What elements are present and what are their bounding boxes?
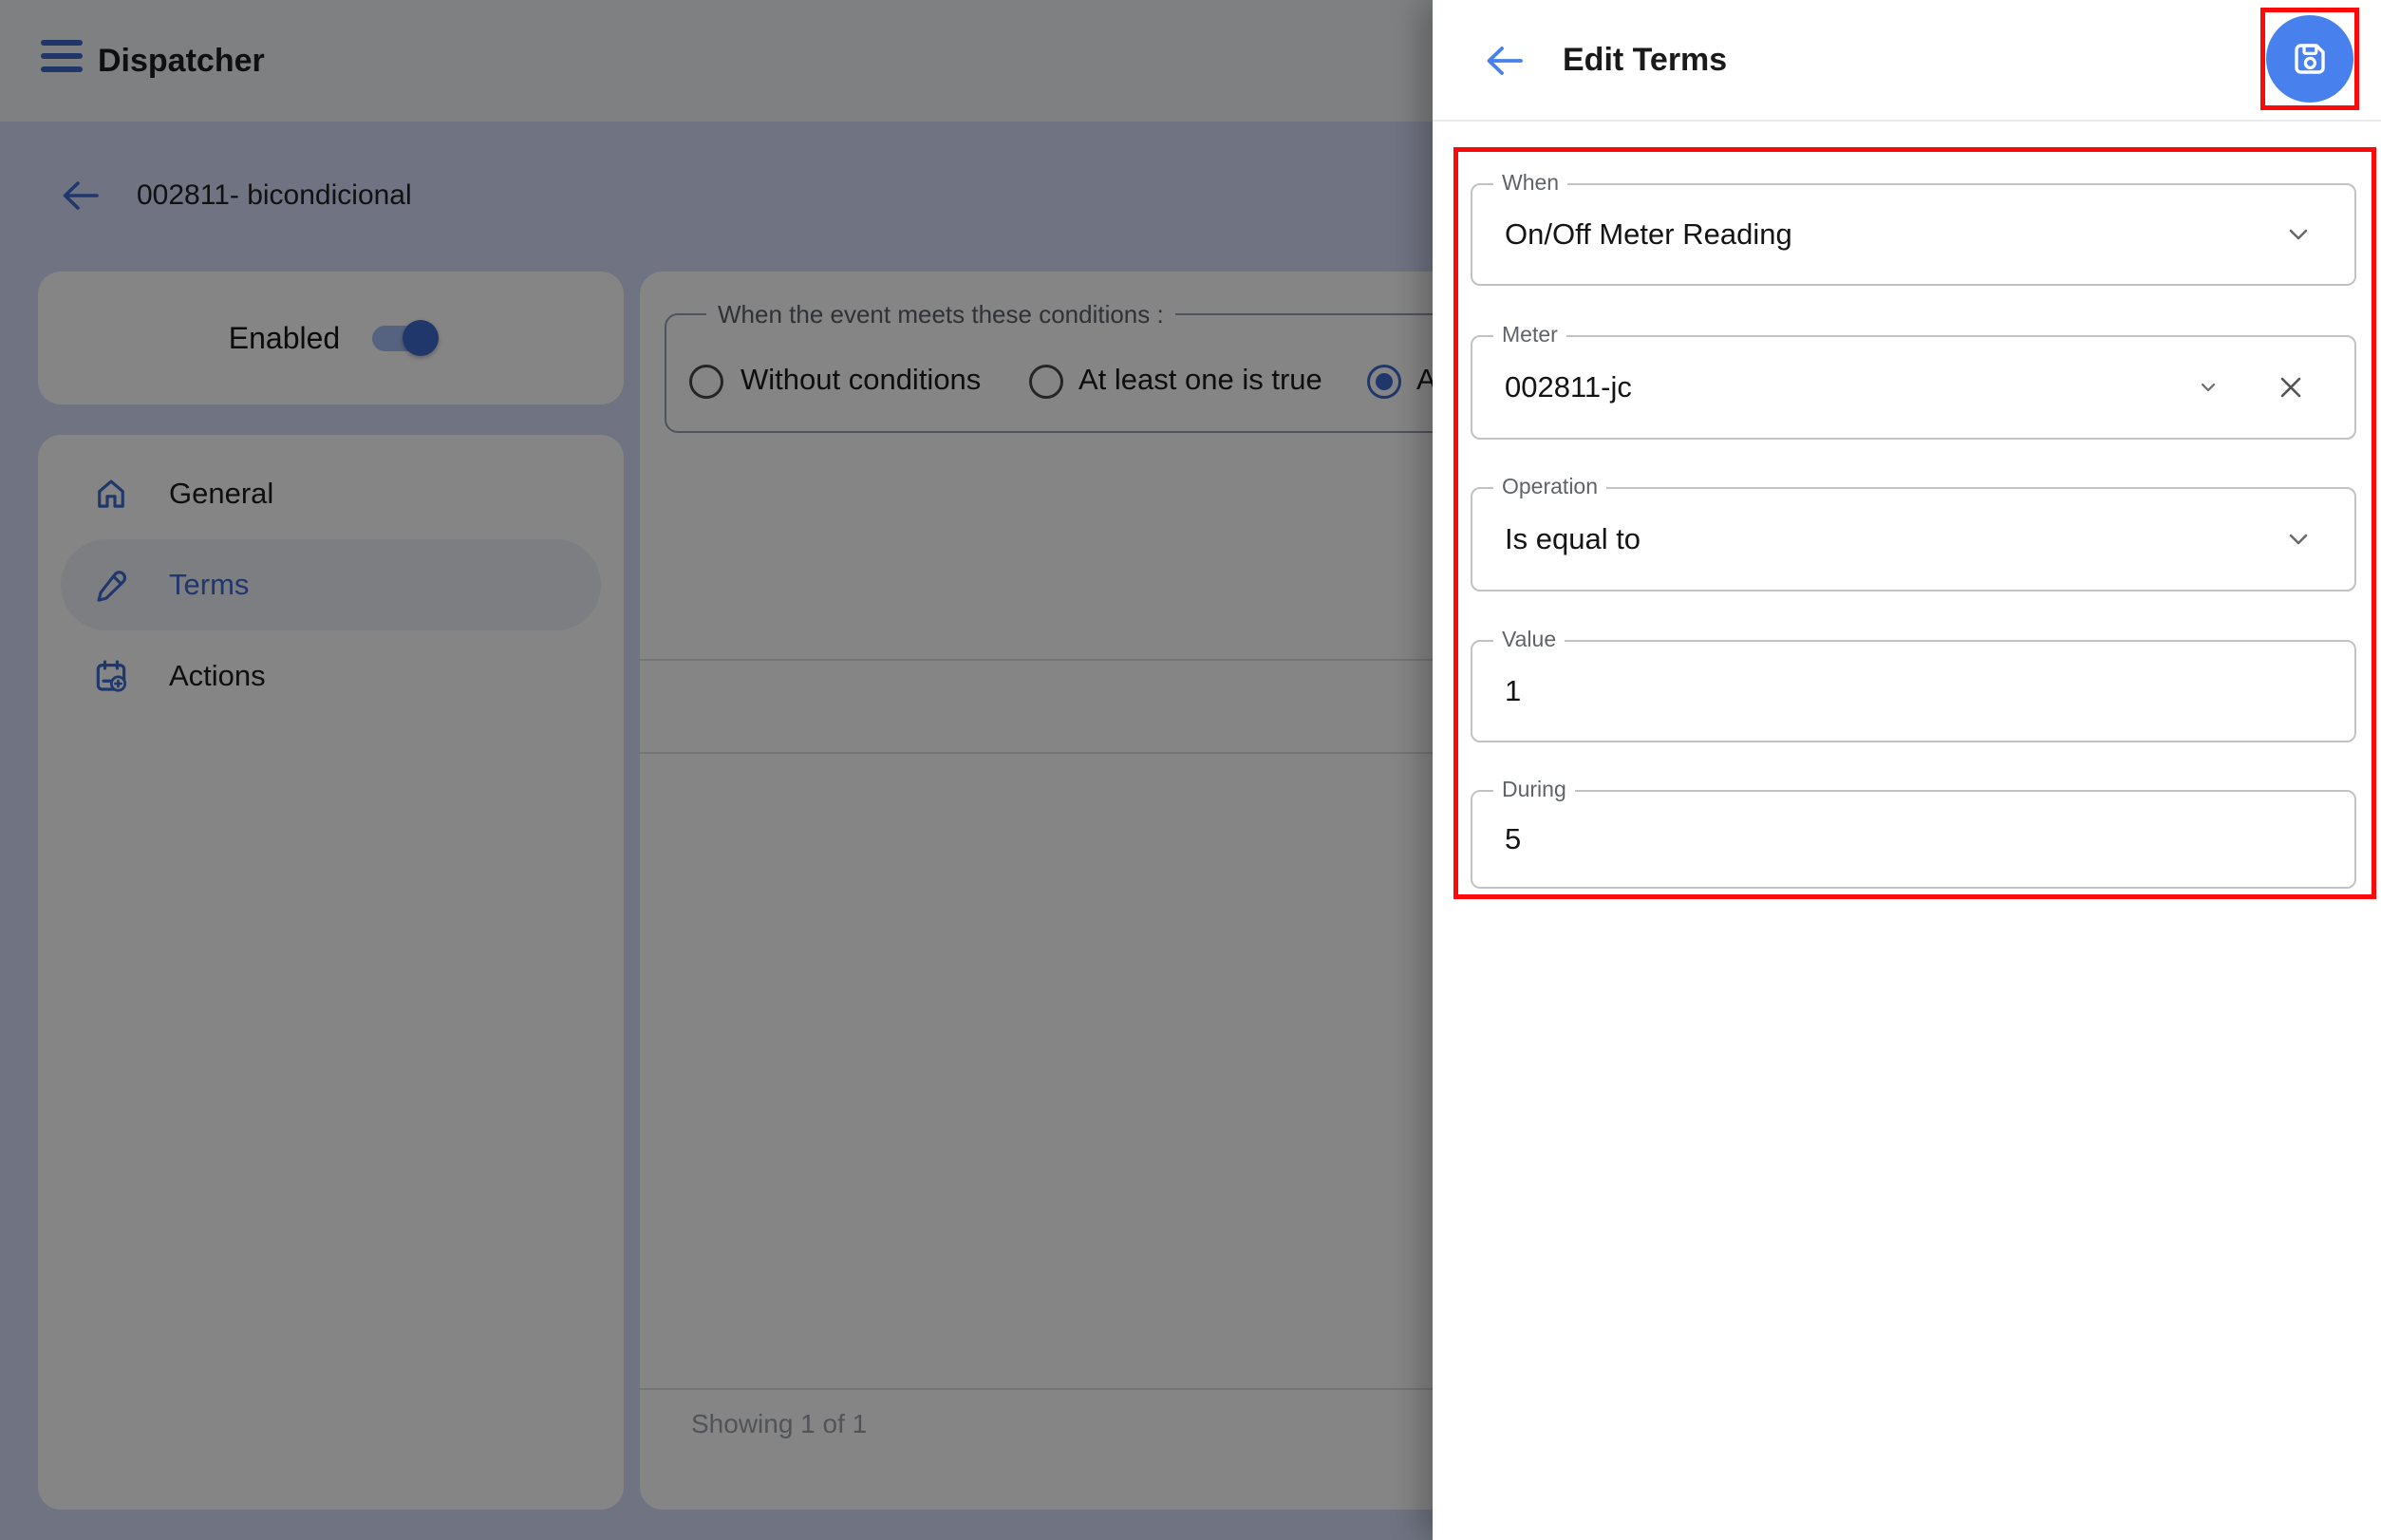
- field-label: When: [1493, 170, 1568, 196]
- chevron-down-icon[interactable]: [2197, 376, 2220, 399]
- during-input[interactable]: During 5: [1471, 777, 2356, 889]
- field-label: Meter: [1493, 322, 1566, 347]
- field-value: Is equal to: [1505, 522, 1641, 555]
- header-divider: [1433, 120, 2381, 122]
- chevron-down-icon[interactable]: [2284, 220, 2313, 249]
- field-value: 5: [1505, 822, 1522, 855]
- save-icon: [2287, 36, 2333, 82]
- drawer-title: Edit Terms: [1563, 42, 1728, 78]
- field-label: During: [1493, 777, 1575, 802]
- chevron-down-icon[interactable]: [2284, 525, 2313, 554]
- arrow-left-icon[interactable]: [1482, 39, 1526, 83]
- field-value: 002811-jc: [1505, 370, 1632, 404]
- clear-icon[interactable]: [2273, 369, 2309, 405]
- drawer-header: Edit Terms: [1433, 0, 2381, 120]
- field-label: Value: [1493, 627, 1565, 652]
- value-input[interactable]: Value 1: [1471, 627, 2356, 742]
- operation-select[interactable]: Operation Is equal to: [1471, 474, 2356, 592]
- edit-terms-drawer: Edit Terms When On/Off Meter Reading Met…: [1433, 0, 2381, 1540]
- field-label: Operation: [1493, 474, 1607, 499]
- field-value: 1: [1505, 674, 1522, 707]
- field-value: On/Off Meter Reading: [1505, 217, 1792, 251]
- save-button[interactable]: [2266, 15, 2353, 103]
- when-select[interactable]: When On/Off Meter Reading: [1471, 170, 2356, 286]
- meter-select[interactable]: Meter 002811-jc: [1471, 322, 2356, 440]
